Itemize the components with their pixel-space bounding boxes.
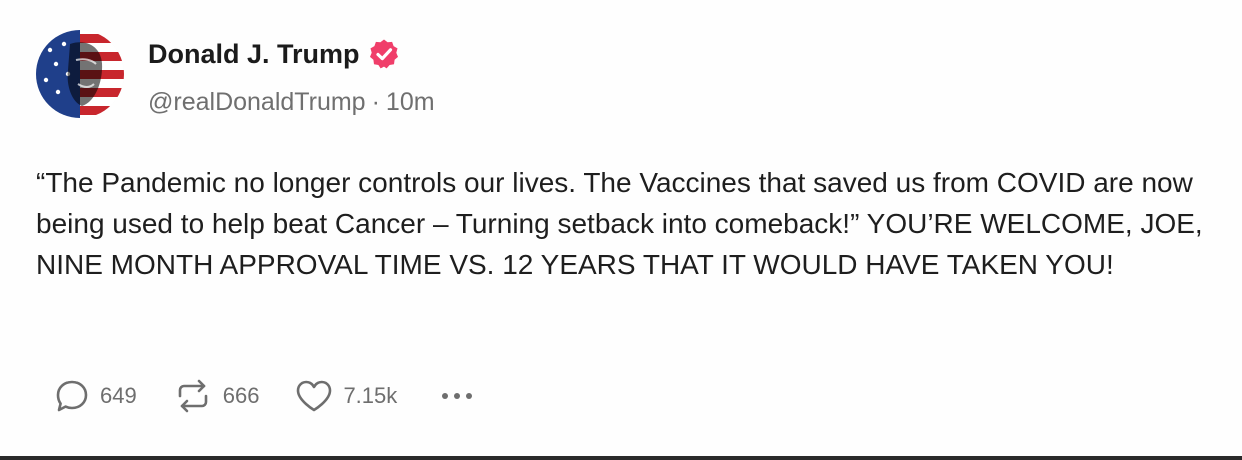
reply-button[interactable]: 649 [52,376,137,416]
post-action-bar: 649 666 7.15k [52,376,477,416]
author-display-name[interactable]: Donald J. Trump [148,39,360,70]
meta-separator: · [371,88,380,116]
reply-icon [56,380,88,412]
like-button[interactable]: 7.15k [293,376,397,416]
ellipsis-icon [442,393,473,399]
reply-count: 649 [100,383,137,408]
author-handle[interactable]: @realDonaldTrump [148,88,366,117]
post-timestamp[interactable]: 10m [386,88,435,117]
repost-icon [178,379,208,413]
author-meta-row: @realDonaldTrump · 10m [148,88,435,117]
repost-count: 666 [222,383,260,408]
post-body-text: “The Pandemic no longer controls our liv… [36,167,1203,280]
author-name-row: Donald J. Trump [148,38,400,70]
verified-badge-icon [369,39,398,69]
more-options-button[interactable] [437,386,477,406]
post-card: Donald J. Trump @realDonaldTrump · 10m “… [0,0,1242,460]
repost-button[interactable]: 666 [171,376,260,416]
like-count: 7.15k [343,383,398,408]
heart-icon [297,380,332,412]
avatar[interactable] [36,30,124,118]
avatar-image [36,30,124,118]
